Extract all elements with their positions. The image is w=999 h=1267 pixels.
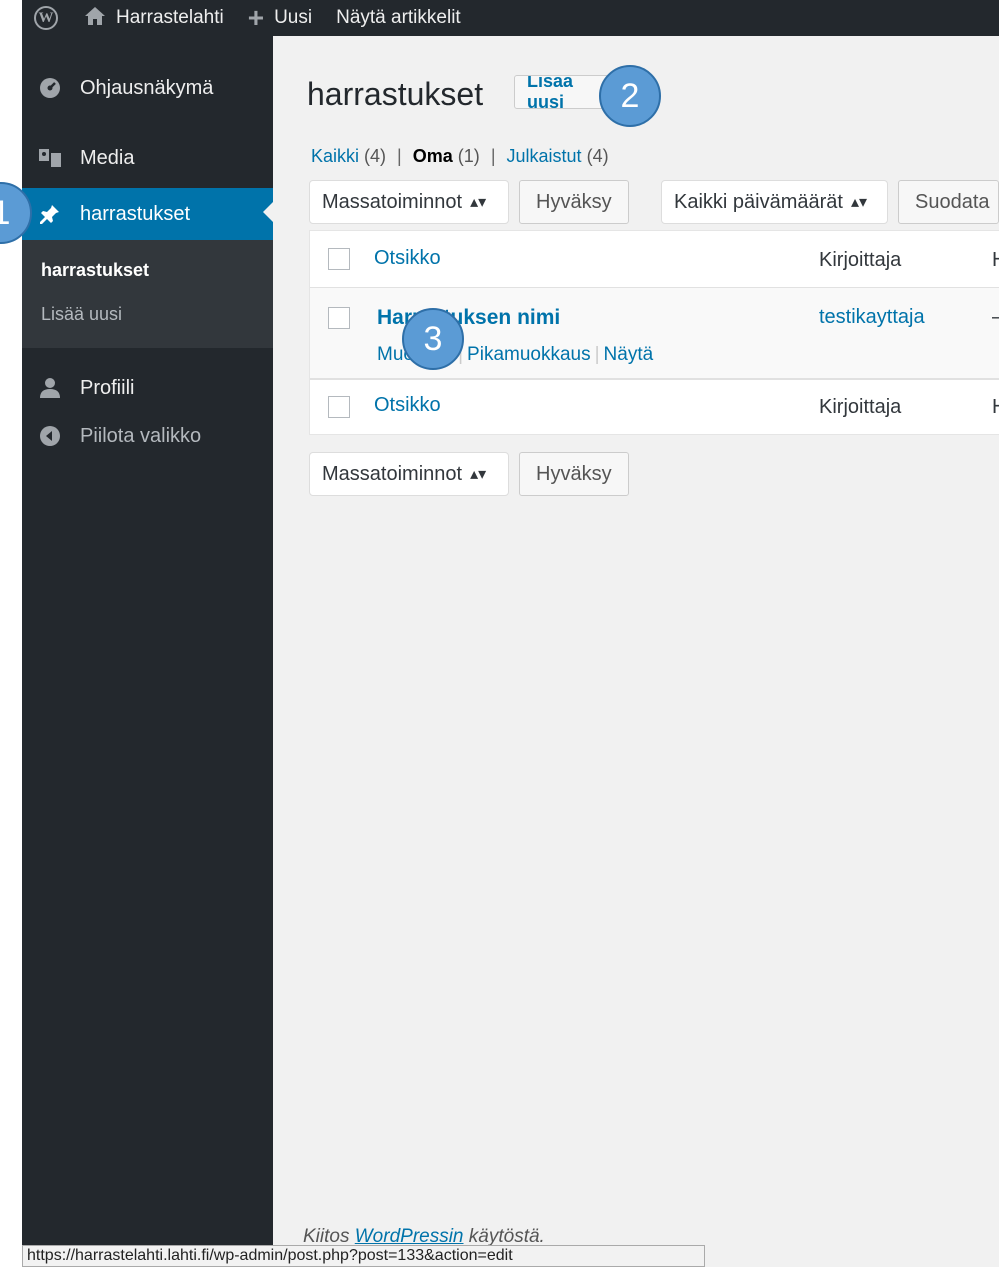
apply-bulk-button-bottom[interactable]: Hyväksy: [519, 452, 629, 496]
page-title: harrastukset: [307, 76, 484, 112]
wordpress-logo-button[interactable]: W: [22, 0, 72, 36]
sidebar-item-label: Piilota valikko: [80, 424, 202, 447]
home-icon: [84, 6, 106, 30]
column-extra: H: [992, 249, 999, 272]
browser-status-url: https://harrastelahti.lahti.fi/wp-admin/…: [22, 1245, 705, 1267]
sidebar-item-label: Media: [80, 146, 135, 169]
sidebar-item-label: Ohjausnäkymä: [80, 76, 214, 99]
bulk-actions-value: Massatoiminnot: [322, 190, 463, 213]
site-name-label: Harrastelahti: [116, 7, 224, 28]
filter-separator: |: [490, 146, 496, 166]
post-author-link[interactable]: testikayttaja: [819, 306, 925, 329]
pin-icon: [38, 202, 62, 226]
site-name-link[interactable]: Harrastelahti: [72, 0, 236, 36]
admin-sidebar: Ohjausnäkymä Media harrastukset harrastu…: [22, 36, 273, 1267]
bulk-actions-select[interactable]: Massatoiminnot ▴▾: [309, 180, 509, 224]
dashboard-icon: [38, 76, 62, 100]
date-filter-value: Kaikki päivämäärät: [674, 190, 843, 213]
sidebar-collapse-button[interactable]: Piilota valikko: [22, 412, 273, 460]
wordpress-logo-icon: W: [34, 6, 58, 30]
callout-3: 3: [402, 308, 464, 370]
post-extra-value: –: [992, 306, 999, 329]
sidebar-submenu: harrastukset Lisää uusi: [22, 240, 273, 348]
view-link[interactable]: Näytä: [604, 344, 654, 365]
sidebar-item-dashboard[interactable]: Ohjausnäkymä: [22, 64, 273, 112]
select-arrows-icon: ▴▾: [850, 194, 868, 211]
column-author: Kirjoittaja: [819, 249, 902, 271]
plus-icon: +: [247, 2, 265, 33]
date-filter-select[interactable]: Kaikki päivämäärät ▴▾: [661, 180, 888, 224]
footer-prefix: Kiitos: [303, 1226, 355, 1247]
table-header: Otsikko Kirjoittaja H: [310, 231, 999, 288]
callout-2: 2: [599, 65, 661, 127]
submenu-item-add-new[interactable]: Lisää uusi: [22, 292, 273, 336]
view-posts-link[interactable]: Näytä artikkelit: [324, 0, 473, 36]
select-arrows-icon: ▴▾: [470, 466, 487, 483]
apply-bulk-button[interactable]: Hyväksy: [519, 180, 629, 224]
user-icon: [38, 376, 62, 400]
column-title-sort[interactable]: Otsikko: [374, 247, 441, 270]
collapse-icon: [38, 424, 62, 448]
bulk-actions-select-bottom[interactable]: Massatoiminnot ▴▾: [309, 452, 509, 496]
filter-separator: |: [397, 146, 402, 166]
sidebar-item-label: harrastukset: [80, 202, 191, 225]
filter-mine-count: (1): [457, 146, 480, 166]
column-extra-footer: H: [992, 396, 999, 419]
new-content-label: Uusi: [274, 7, 313, 28]
action-separator: |: [594, 344, 600, 365]
select-all-checkbox[interactable]: [328, 248, 350, 270]
sidebar-item-label: Profiili: [80, 376, 135, 399]
main-content: harrastukset Lisää uusi Kaikki (4) | Oma…: [273, 36, 999, 1267]
new-content-button[interactable]: + Uusi: [236, 0, 324, 36]
view-posts-label: Näytä artikkelit: [336, 7, 461, 28]
sidebar-item-harrastukset[interactable]: harrastukset: [22, 188, 273, 240]
filter-published-count: (4): [586, 146, 609, 166]
wordpress-link[interactable]: WordPressin: [355, 1226, 464, 1247]
admin-bar: W Harrastelahti + Uusi Näytä artikkelit: [22, 0, 999, 36]
sidebar-item-media[interactable]: Media: [22, 134, 273, 182]
select-all-checkbox-footer[interactable]: [328, 396, 350, 418]
media-icon: [38, 146, 62, 170]
filter-all-count: (4): [364, 146, 387, 166]
column-author-footer: Kirjoittaja: [819, 396, 902, 418]
sidebar-item-profile[interactable]: Profiili: [22, 364, 273, 412]
row-checkbox[interactable]: [328, 307, 350, 329]
filter-published-link[interactable]: Julkaistut: [507, 146, 582, 166]
bulk-actions-value: Massatoiminnot: [322, 462, 463, 485]
status-filter-links: Kaikki (4) | Oma (1) | Julkaistut (4): [311, 146, 609, 167]
filter-all-link[interactable]: Kaikki: [311, 146, 359, 166]
select-arrows-icon: ▴▾: [470, 194, 487, 211]
footer-suffix: käytöstä.: [463, 1226, 545, 1247]
column-title-sort-footer[interactable]: Otsikko: [374, 394, 441, 417]
table-footer: Otsikko Kirjoittaja H: [310, 379, 999, 434]
filter-mine-link[interactable]: Oma: [413, 146, 453, 166]
quick-edit-link[interactable]: Pikamuokkaus: [467, 344, 591, 365]
filter-button[interactable]: Suodata: [898, 180, 999, 224]
submenu-item-all[interactable]: harrastukset: [22, 248, 273, 292]
